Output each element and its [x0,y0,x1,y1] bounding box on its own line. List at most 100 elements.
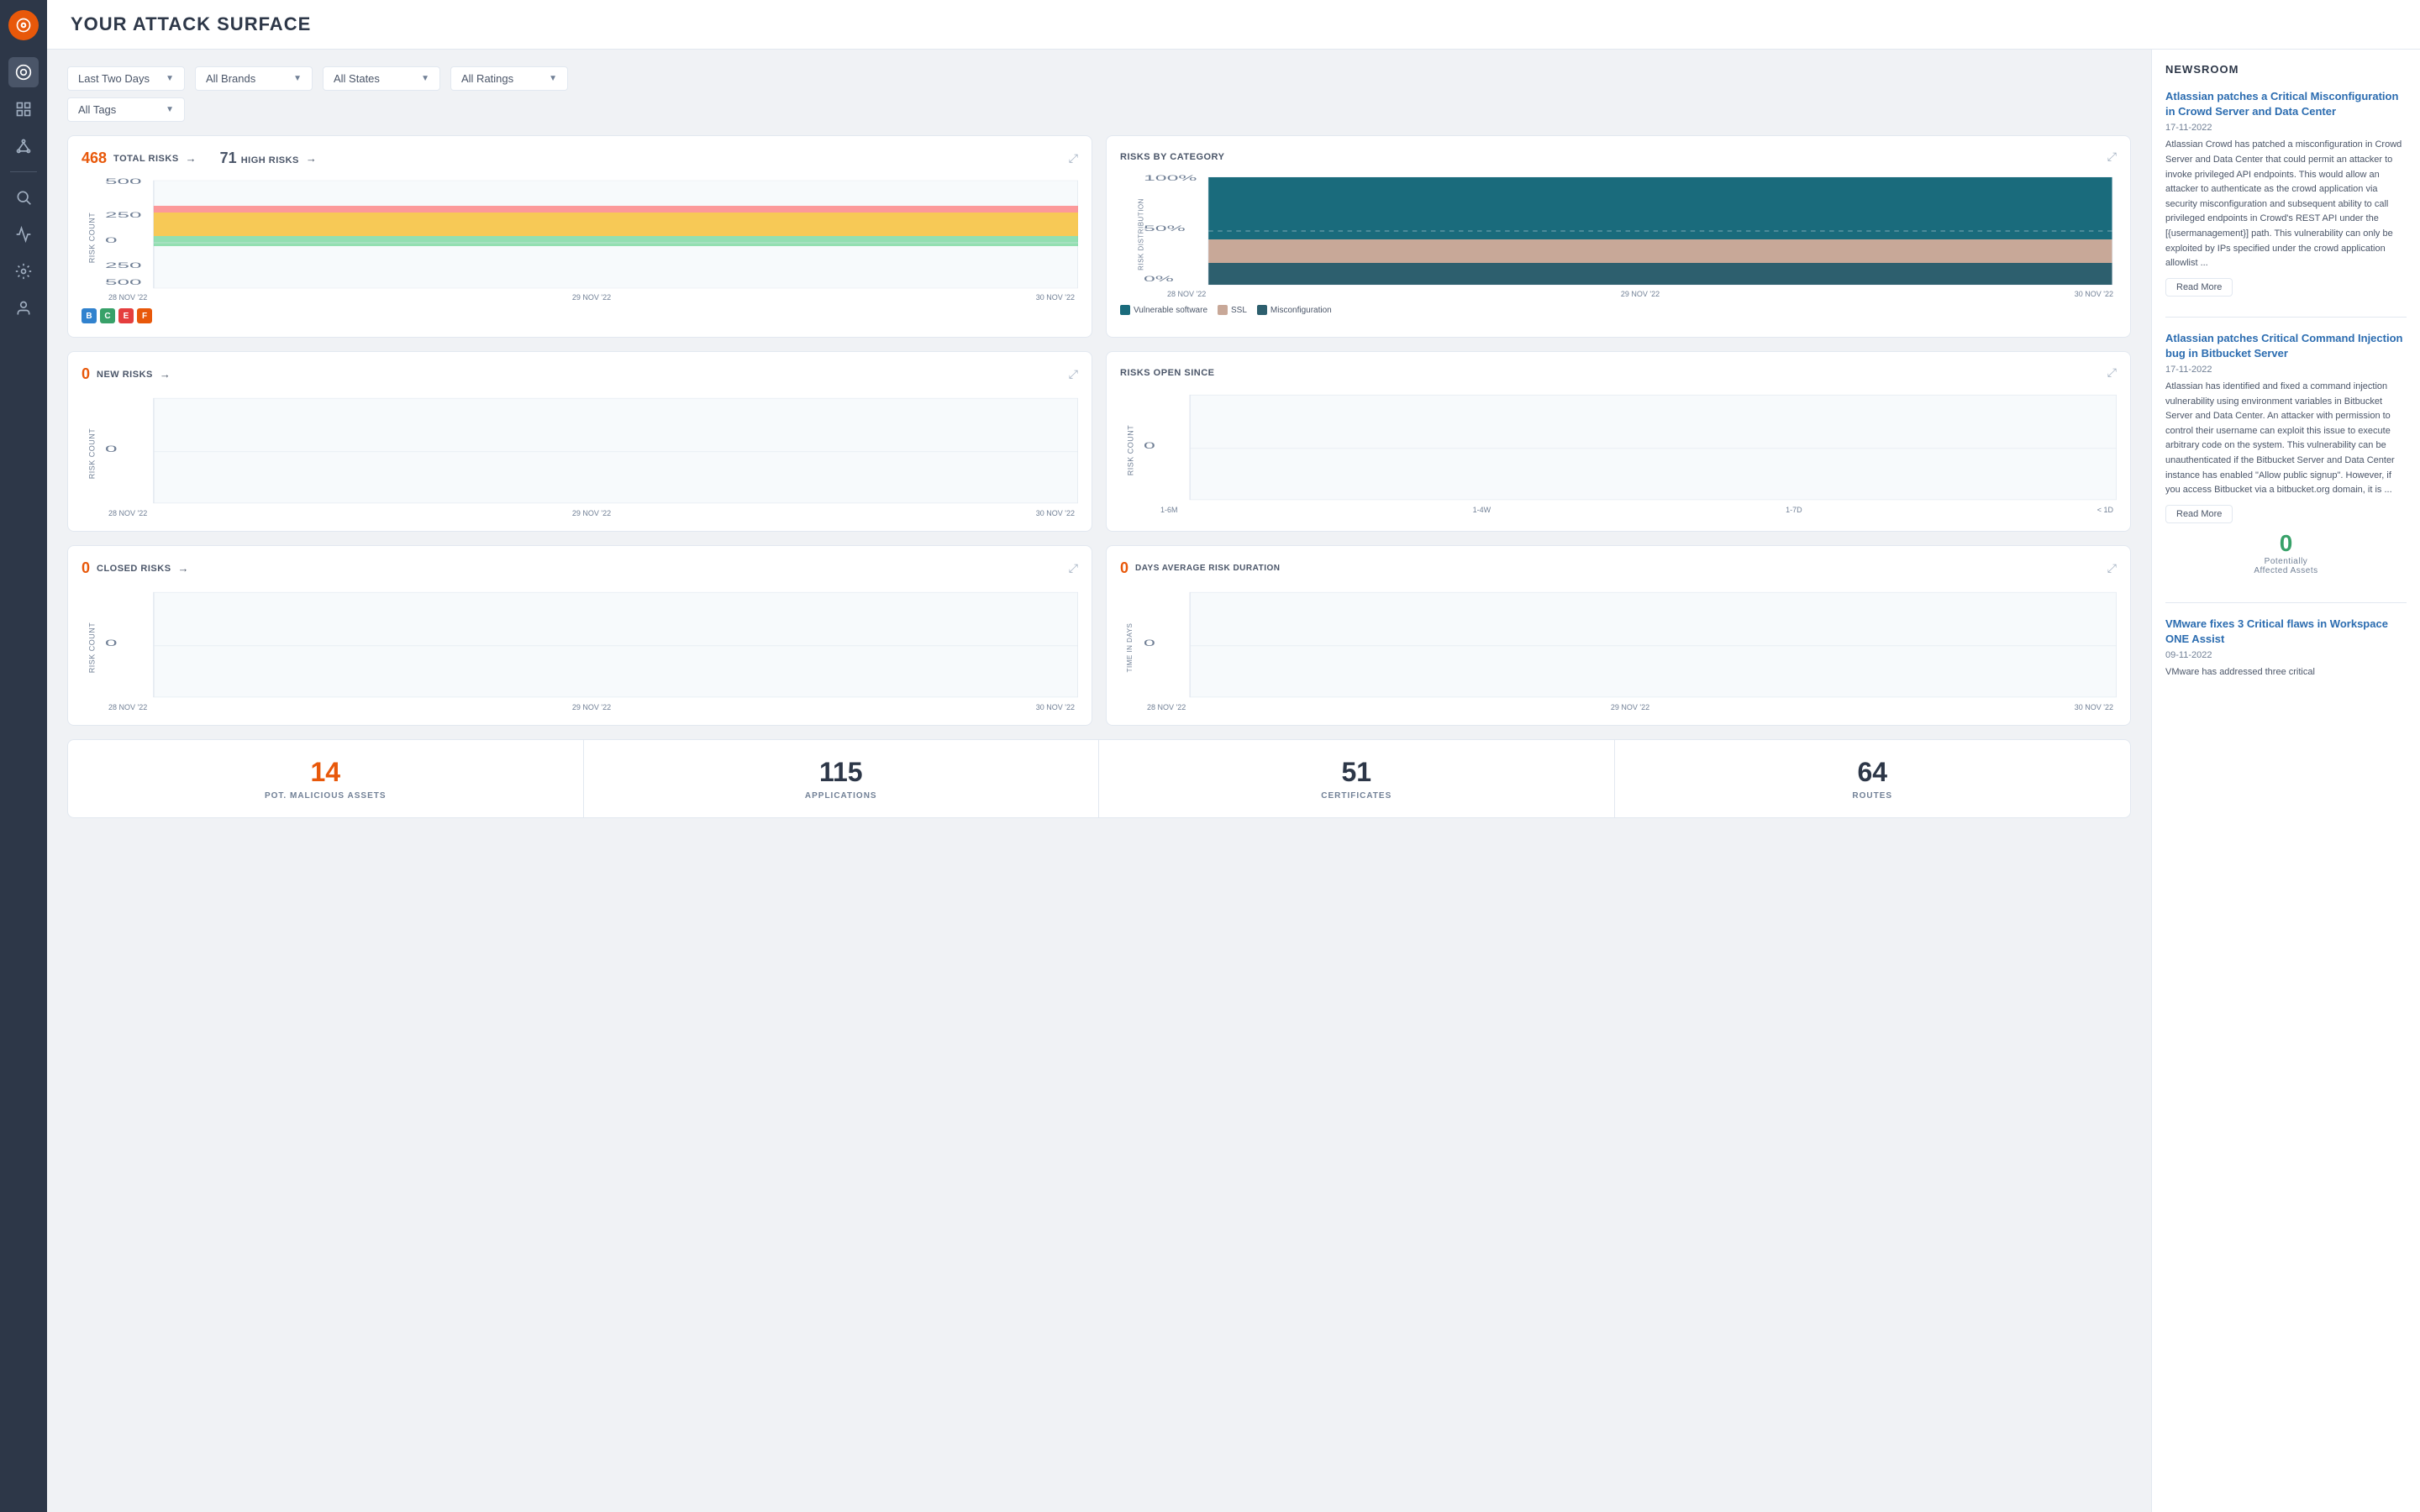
tags-filter[interactable]: All Tags ▼ [67,97,185,122]
svg-text:0: 0 [1144,638,1155,648]
new-risks-arrow[interactable]: → [160,368,171,381]
states-filter-label: All States [334,72,380,85]
tags-filter-chevron: ▼ [166,105,174,114]
legend-dot-vulnerable [1120,305,1130,315]
risks-by-category-chart: 100% 50% 0% [1144,171,2117,288]
news-divider-2 [2165,602,2407,603]
sidebar-item-user[interactable] [8,293,39,323]
new-risks-y-label: RISK COUNT [87,428,96,480]
badge-e[interactable]: E [118,308,134,323]
time-filter[interactable]: Last Two Days ▼ [67,66,185,91]
legend-label-misc: Misconfiguration [1270,306,1332,315]
applications-label: APPLICATIONS [597,791,1086,801]
news-item-1-title[interactable]: Atlassian patches a Critical Misconfigur… [2165,89,2407,119]
avg-duration-expand-icon[interactable]: ⤢ [2107,561,2117,575]
total-risks-chart: 500 250 0 250 500 [105,174,1078,291]
svg-text:250: 250 [105,211,142,219]
news-item-3: VMware fixes 3 Critical flaws in Workspa… [2165,617,2407,680]
closed-risks-header: 0 CLOSED RISKS → ⤢ [82,559,1078,577]
total-risks-header: 468 TOTAL RISKS → 71 HIGH RISKS → ⤢ [82,150,1078,167]
avg-duration-x-labels: 28 NOV '22 29 NOV '22 30 NOV '22 [1144,703,2117,711]
risks-by-category-x-labels: 28 NOV '22 29 NOV '22 30 NOV '22 [1144,290,2117,298]
svg-text:0: 0 [105,236,118,244]
badge-b[interactable]: B [82,308,97,323]
news-item-1-date: 17-11-2022 [2165,123,2407,133]
closed-risks-arrow[interactable]: → [178,562,189,575]
svg-text:0%: 0% [1144,275,1174,283]
sidebar-item-dashboard[interactable] [8,94,39,124]
brands-filter-label: All Brands [206,72,255,85]
news-item-3-text: VMware has addressed three critical [2165,665,2407,680]
sidebar-item-attack-surface[interactable] [8,57,39,87]
brand-badges: B C E F [82,308,1078,323]
news-divider-1 [2165,317,2407,318]
brands-filter[interactable]: All Brands ▼ [195,66,313,91]
news-item-1-read-more[interactable]: Read More [2165,278,2233,297]
high-risks-arrow[interactable]: → [306,152,317,165]
closed-risks-y-label: RISK COUNT [87,622,96,674]
new-risks-header: 0 NEW RISKS → ⤢ [82,365,1078,383]
pot-malicious-metric[interactable]: 14 POT. MALICIOUS ASSETS [68,740,584,817]
routes-metric[interactable]: 64 ROUTES [1615,740,2131,817]
routes-count: 64 [1628,757,2118,788]
risks-by-category-expand-icon[interactable]: ⤢ [2107,150,2117,164]
pot-malicious-count: 14 [82,757,570,788]
sidebar-item-analytics[interactable] [8,219,39,249]
top-charts-grid: 468 TOTAL RISKS → 71 HIGH RISKS → ⤢ RISK… [67,135,2131,338]
risks-open-since-x-labels: 1-6M 1-4W 1-7D < 1D [1144,506,2117,514]
risks-open-since-expand-icon[interactable]: ⤢ [2107,365,2117,380]
svg-text:500: 500 [105,278,142,286]
app-logo[interactable] [8,10,39,40]
closed-risks-chart-wrapper: RISK COUNT 0 28 NOV '22 29 NOV '22 30 N [82,584,1078,711]
avg-duration-header: 0 DAYS AVERAGE RISK DURATION ⤢ [1120,559,2117,577]
closed-risks-expand-icon[interactable]: ⤢ [1069,561,1078,575]
sidebar-item-network[interactable] [8,131,39,161]
states-filter-chevron: ▼ [421,74,429,83]
ratings-filter[interactable]: All Ratings ▼ [450,66,568,91]
avg-duration-chart: 0 [1144,584,2117,701]
total-risks-expand-icon[interactable]: ⤢ [1069,151,1078,165]
sidebar-item-search[interactable] [8,182,39,213]
sidebar [0,0,47,1512]
badge-c[interactable]: C [100,308,115,323]
applications-metric[interactable]: 115 APPLICATIONS [584,740,1100,817]
dashboard-panel: Last Two Days ▼ All Brands ▼ All States … [47,50,2151,1512]
pot-malicious-label: POT. MALICIOUS ASSETS [82,791,570,801]
content-area: Last Two Days ▼ All Brands ▼ All States … [47,50,2420,1512]
svg-text:100%: 100% [1144,174,1197,182]
potentially-count: 0 [2172,530,2400,557]
ratings-filter-chevron: ▼ [549,74,557,83]
news-item-2-title[interactable]: Atlassian patches Critical Command Injec… [2165,331,2407,361]
time-filter-label: Last Two Days [78,72,150,85]
certificates-metric[interactable]: 51 CERTIFICATES [1099,740,1615,817]
risks-by-category-header: RISKS BY CATEGORY ⤢ [1120,150,2117,164]
new-risks-chart: 0 [105,390,1078,507]
closed-risks-label: CLOSED RISKS [97,564,171,574]
filters-row: Last Two Days ▼ All Brands ▼ All States … [67,66,2131,91]
legend-dot-ssl [1218,305,1228,315]
total-risks-label: TOTAL RISKS [113,154,179,164]
news-item-2-read-more[interactable]: Read More [2165,505,2233,523]
legend-label-ssl: SSL [1231,306,1247,315]
routes-label: ROUTES [1628,791,2118,801]
risks-open-since-chart: 0 [1144,386,2117,504]
news-item-3-date: 09-11-2022 [2165,650,2407,660]
page-header: YOUR ATTACK SURFACE [47,0,2420,50]
new-risks-expand-icon[interactable]: ⤢ [1069,367,1078,381]
certificates-count: 51 [1113,757,1601,788]
avg-duration-card: 0 DAYS AVERAGE RISK DURATION ⤢ TIME IN D… [1106,545,2131,726]
badge-f[interactable]: F [137,308,152,323]
bottom-charts-grid: 0 CLOSED RISKS → ⤢ RISK COUNT 0 [67,545,2131,726]
total-risks-arrow[interactable]: → [186,152,197,165]
svg-text:0: 0 [1144,440,1155,450]
sidebar-item-settings[interactable] [8,256,39,286]
total-risks-count: 468 [82,150,107,167]
legend-dot-misc [1257,305,1267,315]
risks-by-category-title: RISKS BY CATEGORY [1120,152,1224,162]
legend-vulnerable-software: Vulnerable software [1120,305,1207,315]
high-risks-count: 71 HIGH RISKS [220,150,299,167]
states-filter[interactable]: All States ▼ [323,66,440,91]
risks-open-since-card: RISKS OPEN SINCE ⤢ RISK COUNT 0 [1106,351,2131,532]
news-item-3-title[interactable]: VMware fixes 3 Critical flaws in Workspa… [2165,617,2407,647]
legend-label-vulnerable: Vulnerable software [1134,306,1207,315]
